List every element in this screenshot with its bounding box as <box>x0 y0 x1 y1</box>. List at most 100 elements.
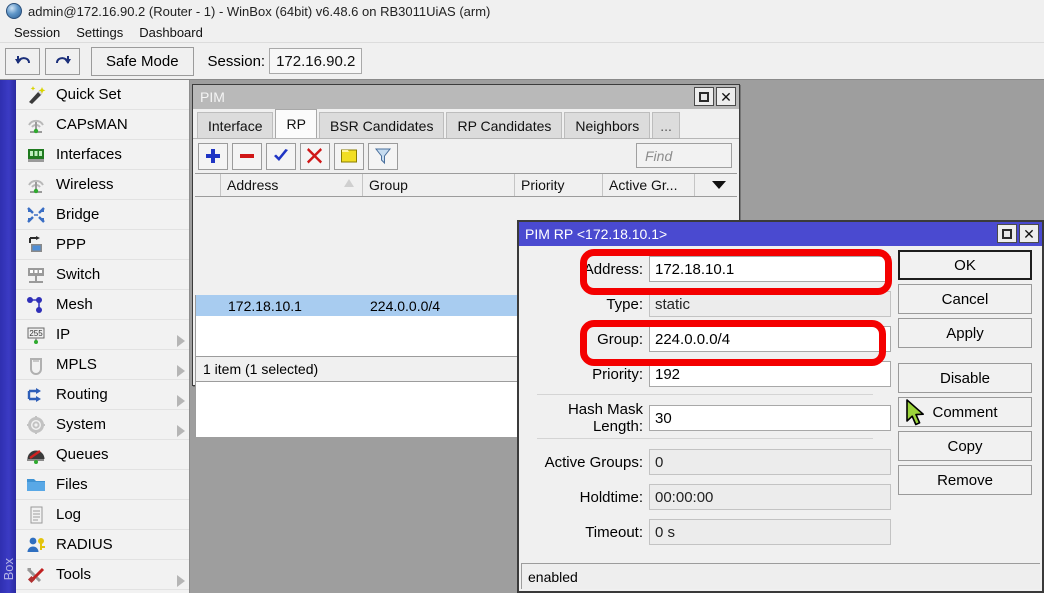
sidebar-item-files[interactable]: Files <box>16 470 189 500</box>
close-icon[interactable]: ✕ <box>1019 224 1039 243</box>
column-chooser-dropdown[interactable] <box>695 174 737 196</box>
sidebar-item-switch[interactable]: Switch <box>16 260 189 290</box>
main-toolbar: Safe Mode Session: 172.16.90.2 <box>0 43 1044 80</box>
tab-rp-candidates[interactable]: RP Candidates <box>446 112 562 138</box>
dialog-button-column: OK Cancel Apply Disable Comment Copy Rem… <box>898 250 1032 499</box>
sidebar-item-mpls[interactable]: MPLS <box>16 350 189 380</box>
remove-button[interactable]: Remove <box>898 465 1032 495</box>
maximize-icon[interactable] <box>694 87 714 106</box>
menu-item-dashboard[interactable]: Dashboard <box>131 23 211 42</box>
timeout-field-row: Timeout: 0 s <box>519 517 891 547</box>
pim-window-title: PIM <box>200 89 225 105</box>
sidebar-item-capsman[interactable]: CAPsMAN <box>16 110 189 140</box>
column-header-active-groups[interactable]: Active Gr... <box>603 174 695 196</box>
menu-item-settings[interactable]: Settings <box>68 23 131 42</box>
group-input[interactable]: 224.0.0.0/4 <box>649 326 891 352</box>
sidebar-item-routing[interactable]: Routing <box>16 380 189 410</box>
sidebar-item-label: Wireless <box>56 176 114 193</box>
session-label: Session: <box>208 53 266 70</box>
column-header-group[interactable]: Group <box>363 174 515 196</box>
sidebar-item-tools[interactable]: Tools <box>16 560 189 590</box>
sidebar-accent-strip: Box <box>0 80 16 593</box>
sidebar-item-label: CAPsMAN <box>56 116 128 133</box>
menu-item-session[interactable]: Session <box>6 23 68 42</box>
sidebar-item-queues[interactable]: Queues <box>16 440 189 470</box>
winbox-vertical-label-wrap: Box <box>1 547 15 591</box>
tab-bsr-candidates[interactable]: BSR Candidates <box>319 112 445 138</box>
ok-button[interactable]: OK <box>898 250 1032 280</box>
add-plus-icon <box>204 147 222 165</box>
tab-interface[interactable]: Interface <box>197 112 273 138</box>
window-titlebar: admin@172.16.90.2 (Router - 1) - WinBox … <box>0 0 1044 22</box>
enable-button[interactable] <box>266 143 296 170</box>
sidebar-item-ppp[interactable]: PPP <box>16 230 189 260</box>
session-address-field[interactable]: 172.16.90.2 <box>269 48 362 74</box>
dialog-titlebar: PIM RP <172.18.10.1> ✕ <box>519 222 1042 246</box>
sidebar-item-ip[interactable]: 255 IP <box>16 320 189 350</box>
routing-arrows-icon <box>24 384 48 406</box>
sidebar-item-log[interactable]: Log <box>16 500 189 530</box>
pim-rp-dialog: PIM RP <172.18.10.1> ✕ Address: 172.18.1… <box>517 220 1044 593</box>
disable-button[interactable]: Disable <box>898 363 1032 393</box>
cancel-button[interactable]: Cancel <box>898 284 1032 314</box>
sidebar-item-wireless[interactable]: Wireless <box>16 170 189 200</box>
close-icon[interactable]: ✕ <box>716 87 736 106</box>
maximize-icon[interactable] <box>997 224 1017 243</box>
find-input[interactable]: Find <box>636 143 732 168</box>
add-button[interactable] <box>198 143 228 170</box>
tab-rp[interactable]: RP <box>275 109 316 138</box>
redo-button[interactable] <box>45 48 80 75</box>
sidebar-item-label: Tools <box>56 566 91 583</box>
tab-neighbors[interactable]: Neighbors <box>564 112 650 138</box>
comment-button[interactable]: Comment <box>898 397 1032 427</box>
address-field-row: Address: 172.18.10.1 <box>519 254 891 284</box>
sidebar-item-label: Files <box>56 476 88 493</box>
tab-more[interactable]: ... <box>652 112 680 138</box>
sidebar-item-quick-set[interactable]: Quick Set <box>16 80 189 110</box>
sidebar-item-interfaces[interactable]: Interfaces <box>16 140 189 170</box>
column-header-marker[interactable] <box>195 174 221 196</box>
remove-button[interactable] <box>232 143 262 170</box>
network-card-icon <box>24 144 48 166</box>
group-label: Group: <box>519 331 649 348</box>
priority-input[interactable]: 192 <box>649 361 891 387</box>
sidebar-item-label: Bridge <box>56 206 99 223</box>
disable-cross-icon <box>306 147 324 165</box>
form-divider-1 <box>537 394 873 395</box>
dialog-window-controls: ✕ <box>997 224 1039 243</box>
disable-button[interactable] <box>300 143 330 170</box>
pim-tab-strip: Interface RP BSR Candidates RP Candidate… <box>193 109 739 139</box>
sidebar-item-bridge[interactable]: Bridge <box>16 200 189 230</box>
sidebar-item-mesh[interactable]: Mesh <box>16 290 189 320</box>
column-header-address[interactable]: Address <box>221 174 363 196</box>
type-label: Type: <box>519 296 649 313</box>
timeout-value: 0 s <box>649 519 891 545</box>
copy-button[interactable]: Copy <box>898 431 1032 461</box>
remove-minus-icon <box>238 147 256 165</box>
bridge-arrows-icon <box>24 204 48 226</box>
column-header-priority[interactable]: Priority <box>515 174 603 196</box>
log-scroll-icon <box>24 504 48 526</box>
ip-255-icon: 255 <box>24 324 48 346</box>
address-input[interactable]: 172.18.10.1 <box>649 256 891 282</box>
pim-window-controls: ✕ <box>694 87 736 106</box>
sidebar-item-label: System <box>56 416 106 433</box>
comment-button[interactable] <box>334 143 364 170</box>
filter-button[interactable] <box>368 143 398 170</box>
sidebar-menu: Quick Set CAPsMAN <box>16 80 190 593</box>
sidebar-item-system[interactable]: System <box>16 410 189 440</box>
active-groups-value: 0 <box>649 449 891 475</box>
redo-arrow-icon <box>53 52 73 70</box>
undo-button[interactable] <box>5 48 40 75</box>
active-groups-field-row: Active Groups: 0 <box>519 447 891 477</box>
apply-button[interactable]: Apply <box>898 318 1032 348</box>
safe-mode-button[interactable]: Safe Mode <box>91 47 194 76</box>
magic-wand-icon <box>24 84 48 106</box>
menu-bar: Session Settings Dashboard <box>0 22 1044 43</box>
hash-mask-length-input[interactable]: 30 <box>649 405 891 431</box>
hash-mask-length-field-row: Hash Mask Length: 30 <box>519 403 891 433</box>
chevron-right-icon <box>170 359 177 371</box>
comment-note-icon <box>340 147 358 165</box>
sidebar-item-radius[interactable]: RADIUS <box>16 530 189 560</box>
sidebar-item-label: Routing <box>56 386 108 403</box>
